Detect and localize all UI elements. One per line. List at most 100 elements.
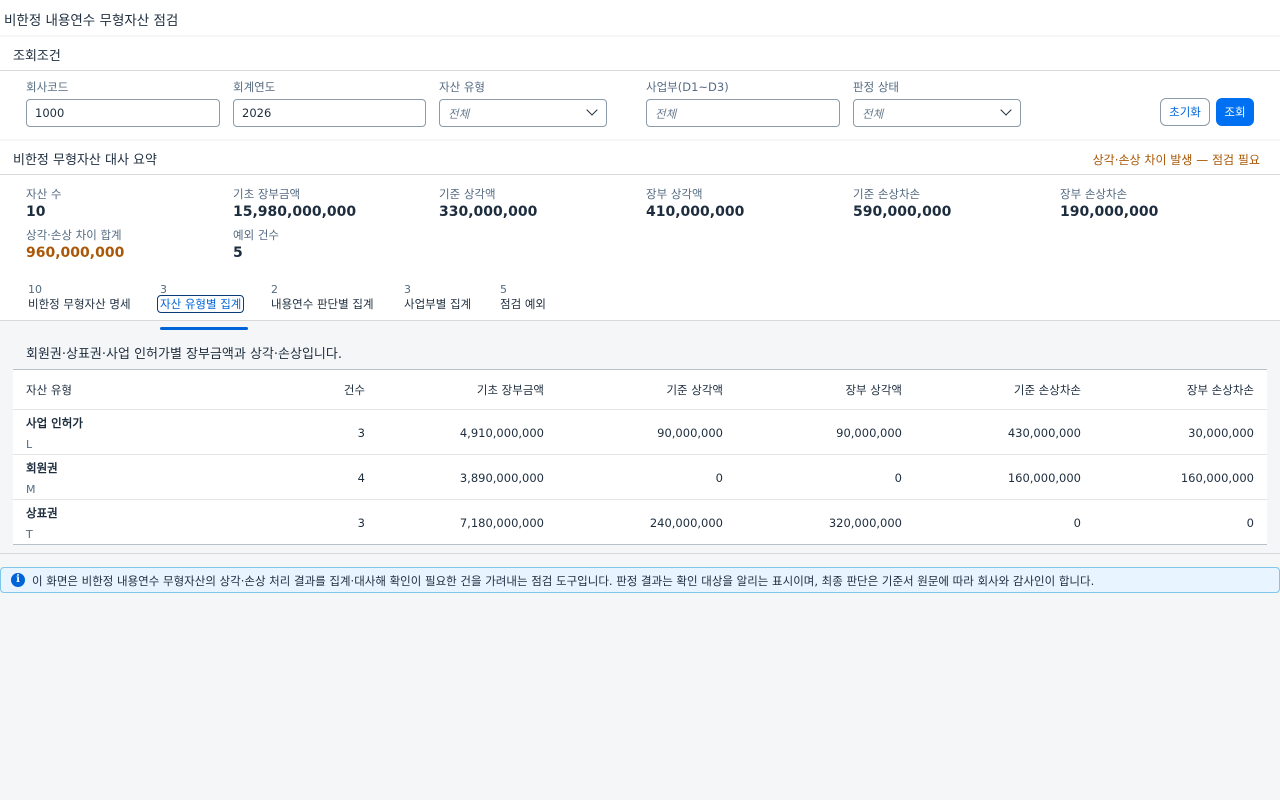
tab-label: 자산 유형별 집계 [156, 295, 245, 313]
asset-type-cell: 상표권 T [13, 500, 253, 544]
kpi-value: 960,000,000 [26, 245, 125, 261]
tab-asset-list[interactable]: 10 비한정 무형자산 명세 [28, 283, 131, 312]
judgement-status-field: 판정 상태 전체 [853, 79, 1021, 127]
column-header[interactable]: 기준 손상차손 [902, 370, 1081, 409]
column-header[interactable]: 건수 [253, 370, 365, 409]
column-header[interactable]: 장부 상각액 [723, 370, 902, 409]
asset-type-name: 사업 인허가 [26, 416, 83, 430]
table-description: 회원권·상표권·사업 인허가별 장부금액과 상각·손상입니다. [26, 347, 342, 362]
reset-button[interactable]: 초기화 [1160, 98, 1210, 126]
kpi-value: 15,980,000,000 [233, 204, 357, 220]
summary-section-title: 비한정 무형자산 대사 요약 상각·손상 차이 발생 — 점검 필요 [0, 141, 1280, 175]
kpi-book-impairment: 장부 손상차손 190,000,000 [1060, 186, 1158, 220]
book-impairment-cell: 160,000,000 [1180, 471, 1254, 485]
kpi-exception-count: 예외 건수 5 [233, 227, 279, 261]
opening-book-amount-cell: 4,910,000,000 [459, 426, 544, 440]
asset-type-code: M [26, 483, 36, 496]
kpi-asset-count: 자산 수 10 [26, 186, 61, 220]
company-code-field: 회사코드 1000 [26, 79, 220, 127]
page-title: 비한정 내용연수 무형자산 점검 [0, 0, 1280, 35]
book-amortization-cell: 0 [894, 471, 902, 485]
kpi-label: 상각·손상 차이 합계 [26, 228, 122, 242]
kpi-label: 기준 상각액 [439, 187, 496, 201]
fiscal-year-label: 회계연도 [233, 80, 276, 94]
kpi-label: 자산 수 [26, 187, 62, 201]
kpi-label: 장부 상각액 [646, 187, 703, 201]
chevron-down-icon [586, 104, 598, 116]
kpi-difference-total: 상각·손상 차이 합계 960,000,000 [26, 227, 124, 261]
tab-exceptions[interactable]: 5 점검 예외 [500, 283, 546, 312]
divider [0, 553, 1280, 554]
kpi-label: 기준 손상차손 [853, 187, 921, 201]
standard-impairment-cell: 0 [1073, 516, 1081, 530]
book-impairment-cell: 0 [1246, 516, 1254, 530]
tab-count: 2 [271, 283, 278, 296]
summary-section-label: 비한정 무형자산 대사 요약 [13, 153, 157, 168]
tab-label: 점검 예외 [500, 297, 546, 311]
business-unit-label: 사업부(D1~D3) [646, 80, 729, 94]
chevron-down-icon [1000, 104, 1012, 116]
table-row[interactable]: 회원권 M 4 3,890,000,000 0 0 160,000,000 16… [13, 455, 1267, 500]
tab-count: 5 [500, 283, 507, 296]
judgement-status-value: 전체 [862, 107, 884, 121]
kpi-standard-amortization: 기준 상각액 330,000,000 [439, 186, 537, 220]
tab-by-asset-type[interactable]: 3 자산 유형별 집계 [156, 283, 248, 330]
filter-section-label: 조회조건 [13, 49, 61, 64]
column-header[interactable]: 기초 장부금액 [365, 370, 544, 409]
column-header[interactable]: 장부 손상차손 [1081, 370, 1260, 409]
column-header[interactable]: 기준 상각액 [544, 370, 723, 409]
active-tab-indicator [160, 327, 248, 330]
table-header-row: 자산 유형 건수 기초 장부금액 기준 상각액 장부 상각액 기준 손상차손 장… [13, 370, 1267, 410]
asset-type-select[interactable]: 전체 [439, 99, 607, 127]
tab-by-useful-life-judgement[interactable]: 2 내용연수 판단별 집계 [271, 283, 374, 312]
info-message-text: 이 화면은 비한정 내용연수 무형자산의 상각·손상 처리 결과를 집계·대사해… [32, 574, 1095, 588]
kpi-label: 예외 건수 [233, 228, 279, 242]
filter-fields: 회사코드 1000 회계연도 2026 자산 유형 전체 사업부(D1~D3) … [0, 71, 1280, 139]
asset-type-value: 전체 [448, 107, 470, 121]
kpi-value: 5 [233, 245, 243, 261]
book-amortization-cell: 320,000,000 [828, 516, 902, 530]
tab-label: 내용연수 판단별 집계 [271, 297, 374, 311]
fiscal-year-field: 회계연도 2026 [233, 79, 426, 127]
fiscal-year-input[interactable]: 2026 [233, 99, 426, 127]
info-icon: i [11, 573, 25, 587]
kpi-value: 590,000,000 [853, 204, 952, 220]
judgement-status-select[interactable]: 전체 [853, 99, 1021, 127]
count-cell: 3 [357, 516, 365, 530]
count-cell: 3 [357, 426, 365, 440]
standard-amortization-cell: 0 [715, 471, 723, 485]
count-cell: 4 [357, 471, 365, 485]
kpi-value: 190,000,000 [1060, 204, 1159, 220]
asset-type-label: 자산 유형 [439, 80, 485, 94]
table-row[interactable]: 상표권 T 3 7,180,000,000 240,000,000 320,00… [13, 500, 1267, 544]
opening-book-amount-cell: 7,180,000,000 [459, 516, 544, 530]
kpi-value: 410,000,000 [646, 204, 745, 220]
kpi-value: 330,000,000 [439, 204, 538, 220]
business-unit-field: 사업부(D1~D3) 전체 [646, 79, 840, 127]
asset-type-code: T [26, 528, 33, 541]
summary-panel: 비한정 무형자산 대사 요약 상각·손상 차이 발생 — 점검 필요 자산 수 … [0, 141, 1280, 271]
asset-type-name: 회원권 [26, 461, 58, 475]
table-row[interactable]: 사업 인허가 L 3 4,910,000,000 90,000,000 90,0… [13, 410, 1267, 455]
asset-type-summary-table: 자산 유형 건수 기초 장부금액 기준 상각액 장부 상각액 기준 손상차손 장… [13, 369, 1267, 545]
kpi-standard-impairment: 기준 손상차손 590,000,000 [853, 186, 951, 220]
tab-count: 3 [160, 283, 167, 296]
search-button[interactable]: 조회 [1216, 98, 1254, 126]
standard-impairment-cell: 430,000,000 [1007, 426, 1081, 440]
business-unit-input[interactable]: 전체 [646, 99, 840, 127]
tab-by-business-unit[interactable]: 3 사업부별 집계 [404, 283, 471, 312]
tab-count: 10 [28, 283, 42, 296]
info-message-strip: i 이 화면은 비한정 내용연수 무형자산의 상각·손상 처리 결과를 집계·대… [0, 567, 1280, 593]
column-header[interactable]: 자산 유형 [13, 370, 253, 409]
kpi-value: 10 [26, 204, 46, 220]
asset-type-field: 자산 유형 전체 [439, 79, 607, 127]
kpi-label: 장부 손상차손 [1060, 187, 1128, 201]
kpi-opening-book-amount: 기초 장부금액 15,980,000,000 [233, 186, 356, 220]
standard-amortization-cell: 240,000,000 [649, 516, 723, 530]
kpi-label: 기초 장부금액 [233, 187, 301, 201]
book-amortization-cell: 90,000,000 [836, 426, 902, 440]
company-code-input[interactable]: 1000 [26, 99, 220, 127]
standard-amortization-cell: 90,000,000 [657, 426, 723, 440]
tab-label: 사업부별 집계 [404, 297, 472, 311]
asset-type-cell: 회원권 M [13, 455, 253, 499]
